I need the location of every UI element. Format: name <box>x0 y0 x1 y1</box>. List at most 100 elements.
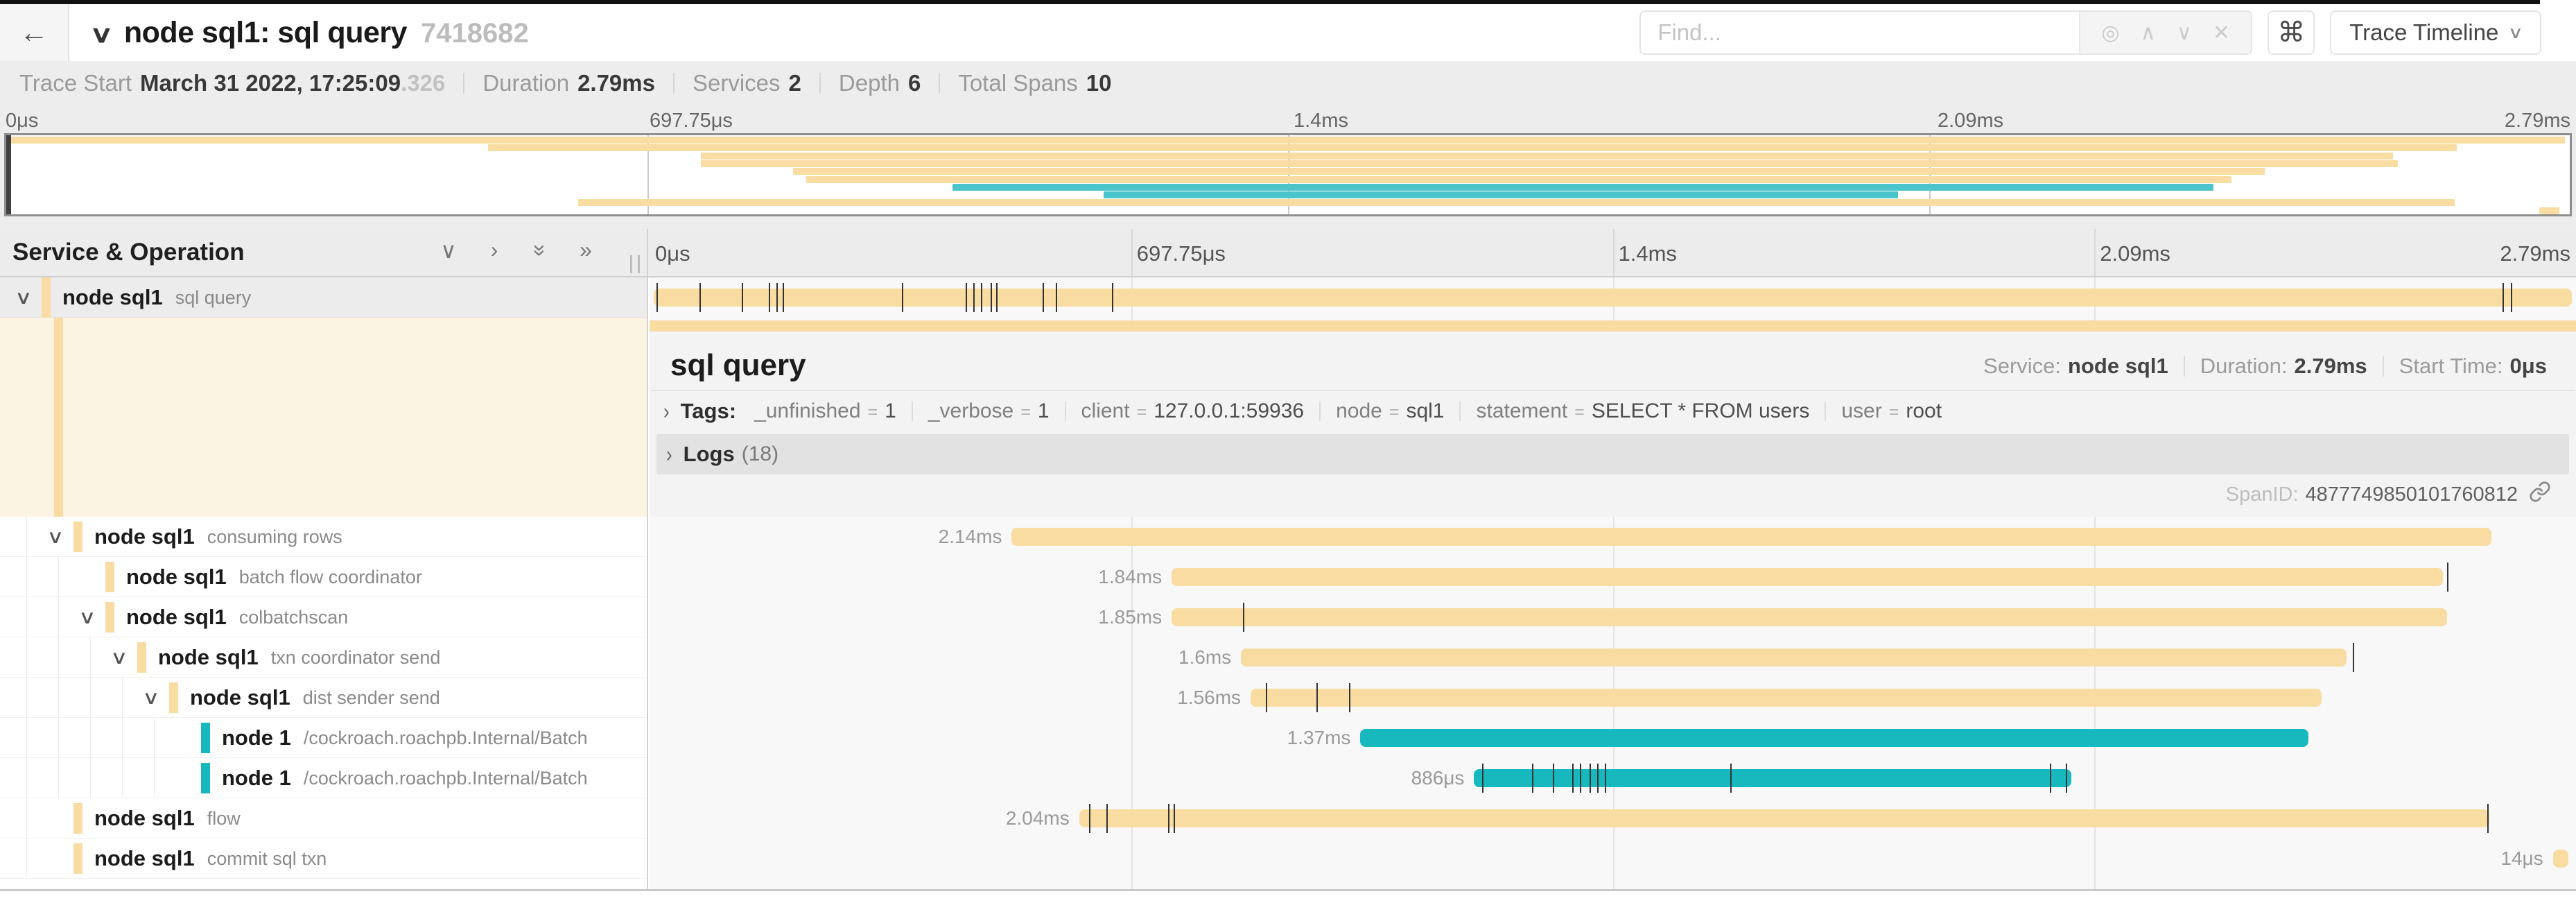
tag-equals: = <box>868 402 878 422</box>
trace-span-view: ∨node sql1sql query∨node sql1consuming r… <box>0 277 2576 891</box>
span-tree-row[interactable]: node 1/cockroach.roachpb.Internal/Batch <box>0 758 647 798</box>
expand-all-icon[interactable]: » <box>573 237 598 264</box>
tag-item: user=root <box>1841 399 1942 423</box>
minimap-span-bar <box>952 184 2213 191</box>
back-button[interactable]: ← <box>0 4 69 61</box>
detail-meta-value: 2.79ms <box>2295 354 2367 379</box>
minimap-span-bar <box>701 160 2398 167</box>
tree-indent-guide <box>122 678 123 717</box>
trace-minimap: 0μs697.75μs1.4ms2.09ms2.79ms <box>0 105 2576 229</box>
trace-title-wrap[interactable]: ∨ node sql1: sql query 7418682 <box>93 16 529 50</box>
span-color-chip <box>73 522 82 552</box>
service-name: node sql1 <box>126 565 227 590</box>
span-bar[interactable] <box>1360 729 2308 747</box>
operation-name: consuming rows <box>207 526 342 548</box>
meta-separator <box>819 73 821 94</box>
link-icon[interactable] <box>2529 481 2551 508</box>
service-name: node sql1 <box>94 846 195 871</box>
panel-resize-grip[interactable] <box>630 255 640 273</box>
tag-value: SELECT * FROM users <box>1592 399 1810 423</box>
span-tree-labels: node sql1colbatchscan <box>126 597 348 637</box>
span-bar[interactable] <box>1241 648 2347 666</box>
expand-chevron-icon[interactable]: ∨ <box>78 597 96 637</box>
prev-result-icon[interactable]: ∧ <box>2141 21 2156 45</box>
expand-chevron-icon[interactable]: ∨ <box>46 517 64 557</box>
tree-indent-guide <box>26 678 27 717</box>
timeline-ruler: 0μs697.75μs1.4ms2.09ms2.79ms <box>650 229 2576 276</box>
minimap-span-bar <box>488 144 2457 151</box>
span-tree-row[interactable]: node sql1flow <box>0 798 647 839</box>
expand-chevron-icon[interactable]: ∨ <box>110 637 128 678</box>
expand-one-icon[interactable]: › <box>482 237 507 264</box>
collapse-trace-header-icon[interactable]: ∨ <box>89 21 114 49</box>
ruler-tick-label: 1.4ms <box>1619 241 1677 266</box>
span-bar[interactable] <box>654 289 2573 307</box>
next-result-icon[interactable]: ∨ <box>2177 21 2192 45</box>
span-bar[interactable] <box>1079 809 2489 827</box>
span-tree-row[interactable]: ∨ node sql1 consuming rows <box>0 517 647 557</box>
span-log-marker <box>2050 764 2051 793</box>
view-options-button[interactable]: Trace Timeline ∨ <box>2330 10 2541 55</box>
span-log-marker <box>783 283 784 312</box>
span-color-chip <box>73 843 82 874</box>
find-input[interactable] <box>1641 12 2079 53</box>
trace-header: ← ∨ node sql1: sql query 7418682 ◎∧∨✕ ⌘ … <box>0 4 2576 61</box>
tags-title: Tags: <box>681 399 736 424</box>
span-log-marker <box>2447 562 2448 592</box>
selected-span-bar-strip[interactable] <box>650 320 2576 332</box>
meta-value: March 31 2022, 17:25:09 <box>140 70 401 96</box>
span-bar[interactable] <box>1172 568 2443 586</box>
locate-icon[interactable]: ◎ <box>2101 21 2119 45</box>
span-bar[interactable] <box>2553 850 2568 868</box>
operation-name: /cockroach.roachpb.Internal/Batch <box>304 768 588 789</box>
span-log-marker <box>1580 764 1581 793</box>
ruler-tick-label: 2.09ms <box>2100 241 2170 266</box>
span-log-marker <box>699 283 701 312</box>
span-tree-labels: node sql1flow <box>94 798 241 839</box>
keyboard-shortcuts-button[interactable]: ⌘ <box>2268 10 2315 55</box>
logs-accordion[interactable]: ›Logs(18) <box>656 434 2569 474</box>
tags-row[interactable]: ›Tags:_unfinished=1_verbose=1client=127.… <box>650 391 2576 431</box>
span-duration-label: 1.84ms <box>1098 557 1162 597</box>
service-name: node sql1 <box>62 285 163 310</box>
service-name: node sql1 <box>158 645 259 670</box>
span-tree-labels: node sql1sql query <box>62 277 251 318</box>
clear-icon[interactable]: ✕ <box>2213 21 2230 45</box>
span-color-chip <box>105 562 114 592</box>
span-tree-row[interactable]: node 1/cockroach.roachpb.Internal/Batch <box>0 718 647 758</box>
tag-item: statement=SELECT * FROM users <box>1476 399 1809 423</box>
service-name: node 1 <box>222 766 291 791</box>
span-log-marker <box>1056 283 1057 312</box>
span-tree-row[interactable]: ∨ node sql1colbatchscan <box>0 597 647 637</box>
service-name: node sql1 <box>94 524 195 549</box>
minimap-drag-handle[interactable] <box>6 135 11 214</box>
expand-chevron-icon[interactable]: ∨ <box>142 678 160 718</box>
tag-key: _verbose <box>928 399 1013 423</box>
span-bar[interactable] <box>1011 528 2491 546</box>
span-bar[interactable] <box>1172 608 2447 626</box>
span-tree-row[interactable]: node sql1batch flow coordinator <box>0 557 647 597</box>
span-bar[interactable] <box>1474 769 2071 787</box>
span-tree-row[interactable]: ∨node sql1dist sender send <box>0 678 647 718</box>
span-log-marker <box>1112 283 1113 312</box>
minimap-canvas[interactable] <box>4 133 2572 216</box>
minimap-span-bar <box>793 168 2265 175</box>
expand-chevron-icon[interactable]: ∨ <box>15 277 33 318</box>
meta-separator <box>2184 356 2185 377</box>
span-tree-row[interactable]: node sql1commit sql txn <box>0 839 647 879</box>
span-bar[interactable] <box>1251 689 2322 707</box>
span-log-marker <box>2353 643 2354 672</box>
collapse-all-icon[interactable]: ∨ <box>436 237 461 264</box>
span-log-marker <box>1266 683 1267 712</box>
span-log-marker <box>656 283 658 312</box>
span-color-chip <box>201 723 210 753</box>
span-bar-row: 2.14ms <box>650 517 2576 557</box>
collapse-deep-icon[interactable]: » <box>527 238 553 263</box>
span-tree-row[interactable]: ∨node sql1txn coordinator send <box>0 637 647 678</box>
span-detail-title: sql query <box>670 348 806 383</box>
span-color-chip <box>201 763 210 793</box>
chevron-right-icon: › <box>663 398 670 424</box>
span-tree-row[interactable]: ∨ node sql1sql query <box>0 277 647 318</box>
span-bar-row: 1.85ms <box>650 597 2576 637</box>
meta-label: Total Spans <box>958 70 1077 96</box>
